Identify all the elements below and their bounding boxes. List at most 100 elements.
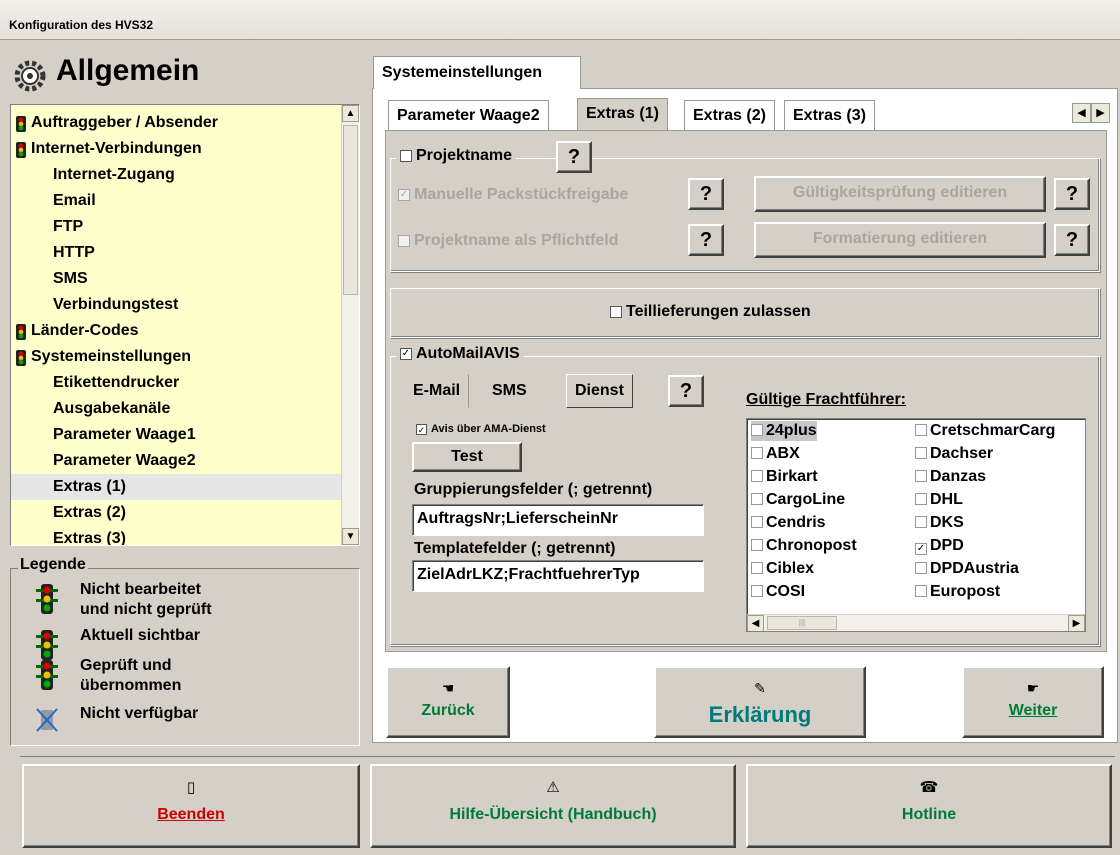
subtab[interactable]: Parameter Waage2 [388, 100, 549, 130]
tab-dienst[interactable]: Dienst [566, 374, 633, 408]
grouping-fields-input[interactable]: AuftragsNr;LieferscheinNr [412, 504, 704, 536]
carrier-checkbox-icon[interactable] [751, 470, 763, 482]
quit-button[interactable]: ▯ Beenden [22, 764, 360, 848]
carrier-item[interactable]: Dachser [915, 444, 993, 464]
carrier-checkbox-icon[interactable] [915, 493, 927, 505]
carrier-item[interactable]: 24plus [751, 421, 817, 441]
subtab[interactable]: Extras (1) [577, 98, 668, 131]
carrier-checkbox-icon[interactable]: ✓ [915, 543, 927, 555]
carrier-checkbox-icon[interactable] [751, 585, 763, 597]
carrier-item[interactable]: CargoLine [751, 490, 845, 510]
carrier-item[interactable]: DPDAustria [915, 559, 1019, 579]
carrier-item[interactable]: DKS [915, 513, 964, 533]
partial-delivery-check-icon[interactable] [610, 305, 622, 318]
sidebar-item[interactable]: Internet-Verbindungen [11, 136, 341, 162]
sidebar-item[interactable]: Extras (3) [11, 526, 341, 545]
carrier-item[interactable]: Europost [915, 582, 1000, 602]
sidebar-item[interactable]: Parameter Waage2 [11, 448, 341, 474]
explain-button[interactable]: ✎ Erklärung [654, 666, 866, 738]
carrier-checkbox-icon[interactable] [751, 562, 763, 574]
carrier-checkbox-icon[interactable] [915, 424, 927, 436]
carrier-item[interactable]: CretschmarCarg [915, 421, 1055, 441]
test-button[interactable]: Test [412, 442, 522, 472]
next-button[interactable]: ☛ Weiter [962, 666, 1104, 738]
automail-checkbox[interactable]: ✓ AutoMailAVIS [396, 345, 524, 363]
sidebar-item[interactable]: Verbindungstest [11, 292, 341, 318]
scroll-right-icon[interactable]: ▶ [1068, 615, 1085, 631]
tab-systemeinstellungen[interactable]: Systemeinstellungen [373, 56, 581, 89]
navigation-tree[interactable]: Auftraggeber / Absender Internet-Verbindu… [10, 104, 360, 546]
automail-check-icon[interactable]: ✓ [400, 347, 412, 360]
help-overview-button[interactable]: ⚠ Hilfe-Übersicht (Handbuch) [370, 764, 736, 848]
hotline-button[interactable]: ☎ Hotline [746, 764, 1112, 848]
sidebar-item[interactable]: Systemeinstellungen [11, 344, 341, 370]
format-help-button[interactable]: ? [1054, 224, 1090, 256]
sidebar-item[interactable]: Internet-Zugang [11, 162, 341, 188]
carrier-checkbox-icon[interactable] [915, 447, 927, 459]
subtab[interactable]: Extras (3) [784, 100, 875, 130]
sidebar-item[interactable]: Parameter Waage1 [11, 422, 341, 448]
carrier-item[interactable]: COSI [751, 582, 805, 602]
carrier-checkbox-icon[interactable] [751, 493, 763, 505]
partial-delivery-checkbox[interactable]: Teillieferungen zulassen [610, 303, 811, 321]
validate-help-button[interactable]: ? [1054, 178, 1090, 210]
carrier-name: DHL [930, 491, 963, 508]
sidebar-item[interactable]: HTTP [11, 240, 341, 266]
scroll-up-icon[interactable]: ▲ [342, 105, 359, 122]
projektname-checkbox[interactable]: Projektname [396, 147, 517, 165]
avis-ama-checkbox[interactable]: ✓ Avis über AMA-Dienst [416, 423, 546, 435]
carrier-item[interactable]: ✓ DPD [915, 536, 964, 556]
carrier-item[interactable]: Danzas [915, 467, 986, 487]
tab-scroll-right-icon[interactable]: ▶ [1091, 103, 1110, 123]
carrier-name: CretschmarCarg [930, 422, 1056, 439]
carrier-checkbox-icon[interactable] [751, 424, 763, 436]
carriers-hscrollbar[interactable]: ◀ ||| ▶ [747, 614, 1085, 631]
sidebar-item-label: Internet-Verbindungen [31, 140, 202, 157]
sidebar-item[interactable]: SMS [11, 266, 341, 292]
projektname-check-icon[interactable] [400, 149, 412, 162]
scroll-thumb[interactable] [343, 125, 358, 295]
tab-scroll-left-icon[interactable]: ◀ [1072, 103, 1091, 123]
subtab[interactable]: Extras (2) [684, 100, 775, 130]
template-fields-input[interactable]: ZielAdrLKZ;FrachtfuehrerTyp [412, 560, 704, 592]
carriers-list[interactable]: 24plus ABX Birkart CargoLine Cendris Chronopo… [746, 418, 1086, 632]
sidebar-item[interactable]: Extras (1) [11, 474, 341, 500]
sidebar-item[interactable]: Extras (2) [11, 500, 341, 526]
carrier-checkbox-icon[interactable] [751, 447, 763, 459]
avis-ama-check-icon[interactable]: ✓ [416, 423, 427, 435]
sidebar-item-label: Internet-Zugang [53, 166, 175, 183]
scroll-down-icon[interactable]: ▼ [342, 528, 359, 545]
mandatory-check-icon [398, 234, 410, 247]
sidebar-item[interactable]: Email [11, 188, 341, 214]
scroll-left-icon[interactable]: ◀ [747, 615, 764, 631]
carrier-item[interactable]: Cendris [751, 513, 826, 533]
tree-scrollbar[interactable]: ▲ ▼ [341, 105, 359, 545]
sidebar-item[interactable]: Auftraggeber / Absender [11, 110, 341, 136]
sidebar-item[interactable]: Ausgabekanäle [11, 396, 341, 422]
tab-sms[interactable]: SMS [483, 374, 536, 408]
carrier-item[interactable]: DHL [915, 490, 963, 510]
manual-release-help-button[interactable]: ? [688, 178, 724, 210]
automail-help-button[interactable]: ? [668, 375, 704, 407]
carrier-name: Birkart [766, 468, 818, 485]
carrier-item[interactable]: Ciblex [751, 559, 814, 579]
sidebar-item[interactable]: Länder-Codes [11, 318, 341, 344]
hscroll-thumb[interactable]: ||| [767, 616, 837, 630]
carrier-checkbox-icon[interactable] [915, 516, 927, 528]
carrier-item[interactable]: Birkart [751, 467, 818, 487]
carrier-checkbox-icon[interactable] [751, 539, 763, 551]
sidebar-item-label: FTP [53, 218, 84, 235]
carrier-item[interactable]: ABX [751, 444, 800, 464]
carrier-checkbox-icon[interactable] [915, 585, 927, 597]
manual-release-checkbox: ✓ Manuelle Packstückfreigabe [398, 186, 628, 204]
sidebar-item[interactable]: Etikettendrucker [11, 370, 341, 396]
mandatory-help-button[interactable]: ? [688, 224, 724, 256]
carrier-checkbox-icon[interactable] [915, 562, 927, 574]
carrier-checkbox-icon[interactable] [751, 516, 763, 528]
back-button[interactable]: ☚ Zurück [386, 666, 510, 738]
sidebar-item[interactable]: FTP [11, 214, 341, 240]
tab-email[interactable]: E-Mail [404, 374, 470, 408]
carrier-checkbox-icon[interactable] [915, 470, 927, 482]
projekt-help-button[interactable]: ? [556, 141, 592, 173]
carrier-item[interactable]: Chronopost [751, 536, 857, 556]
